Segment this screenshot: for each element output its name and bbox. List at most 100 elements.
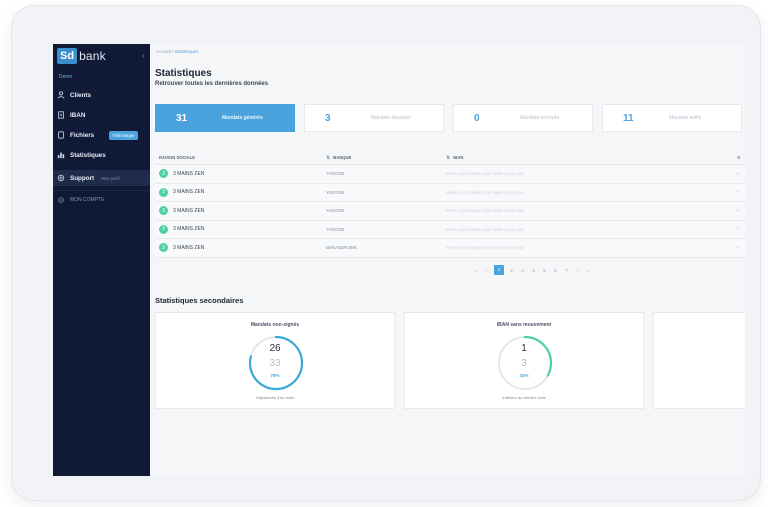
user-icon	[57, 91, 65, 99]
table-row[interactable]: 3 3 MAINS ZEN YAGOON FR76 1673 8000 0190 …	[155, 220, 745, 239]
table-row[interactable]: 3 3 MAINS ZEN YAGOON FR76 1673 8000 0190 …	[155, 183, 745, 202]
avatar: 3	[159, 224, 168, 234]
sidebar-item-label: MON COMPTE	[70, 197, 105, 203]
pager-last-button[interactable]: »	[585, 268, 592, 273]
sidebar-item-label: Support	[70, 174, 95, 182]
pager-page-button[interactable]: 5	[541, 268, 548, 273]
chevron-right-icon[interactable]: ›	[737, 171, 745, 177]
gauge-card-title: IBAN sans mouvement	[496, 322, 552, 328]
pager-page-button[interactable]: 2	[508, 268, 515, 273]
breadcrumb: Accueil / Statistiques	[156, 49, 198, 54]
iban-value: FR76 1673 8000 0190 0000 4213 000	[446, 226, 524, 232]
sort-icon[interactable]: ⇅	[737, 155, 745, 160]
iban-value: FR76 1673 8000 0190 0000 4213 000	[446, 171, 524, 177]
pager-prev-button[interactable]: ‹	[483, 268, 490, 273]
table-row[interactable]: 3 3 MAINS ZEN YAGOON FR76 1673 8000 0190 …	[155, 202, 745, 221]
logo[interactable]: Sd bank	[57, 48, 106, 64]
gauge-footer: Dépassées d'un mois	[255, 395, 295, 400]
chevron-right-icon[interactable]: ›	[737, 245, 745, 251]
column-header-banque[interactable]: ⇅ BANQUE	[326, 155, 446, 161]
app-screen: Sd bank ‹ Demo Clients IBAN Fichiers Tél…	[53, 44, 745, 476]
stat-card-actifs[interactable]: 11 Mandats actifs	[602, 104, 742, 132]
sidebar-item-clients[interactable]: Clients	[53, 87, 150, 103]
pager-first-button[interactable]: «	[472, 268, 479, 273]
stat-value: 0	[474, 112, 480, 124]
logo-mark: Sd	[57, 48, 78, 64]
sidebar-item-sublabel: Mon profil	[101, 175, 120, 181]
sidebar-item-iban[interactable]: IBAN	[53, 107, 150, 123]
column-header-iban[interactable]: ⇅ IBAN	[446, 155, 737, 161]
gear-icon	[58, 197, 64, 203]
bank-name: MANAGER BNK	[326, 245, 357, 251]
column-header-label: IBAN	[453, 154, 464, 160]
bank-name: YAGOON	[326, 189, 345, 195]
download-badge-button[interactable]: Télécharger	[109, 130, 138, 140]
chevron-right-icon[interactable]: ›	[737, 226, 745, 232]
iban-value: FR76 1673 8000 0190 0000 4213 000	[446, 189, 524, 195]
sort-icon: ⇅	[446, 154, 451, 161]
sidebar-item-support[interactable]: Support Mon profil	[53, 170, 150, 186]
stat-card-envoyes[interactable]: 0 Mandats envoyés	[453, 104, 593, 132]
gauge-footer: Inférieur au dernier mois	[502, 395, 546, 400]
gauge-value: 26	[269, 343, 281, 354]
sidebar-item-statistiques[interactable]: Statistiques	[53, 147, 150, 163]
file-icon	[58, 131, 64, 139]
bank-name: YAGOON	[326, 171, 345, 177]
table-row[interactable]: 3 3 MAINS ZEN MANAGER BNK FR76 1673 8000 …	[155, 239, 745, 258]
sidebar-item-fichiers[interactable]: Fichiers Télécharger	[53, 127, 150, 143]
sidebar-item-label: Statistiques	[70, 151, 106, 159]
company-name: 3 MAINS ZEN	[173, 189, 205, 196]
support-icon	[57, 174, 65, 182]
pager-page-button[interactable]: 1	[494, 265, 504, 275]
sidebar-item-mon-compte[interactable]: MON COMPTE	[53, 192, 150, 208]
table-header: RAISON SOCIALE ⇅ BANQUE ⇅ IBAN ⇅	[155, 151, 745, 165]
mandates-table: RAISON SOCIALE ⇅ BANQUE ⇅ IBAN ⇅ 3 3 MAIN…	[155, 151, 745, 258]
collapse-sidebar-icon[interactable]: ‹	[142, 53, 144, 60]
pager-page-button[interactable]: 4	[530, 268, 537, 273]
sort-icon: ⇅	[326, 154, 331, 161]
page-title: Statistiques	[155, 68, 212, 79]
avatar: 3	[159, 243, 168, 253]
table-row[interactable]: 3 3 MAINS ZEN YAGOON FR76 1673 8000 0190 …	[155, 165, 745, 184]
stat-label: Mandats déposés	[371, 115, 411, 121]
stat-label: Mandats actifs	[669, 115, 702, 121]
pager-page-button[interactable]: 3	[519, 268, 526, 273]
bar-chart-icon	[57, 152, 65, 159]
stat-card-deposes[interactable]: 3 Mandats déposés	[304, 104, 444, 132]
column-header-label: BANQUE	[333, 154, 352, 160]
breadcrumb-current: Statistiques	[174, 49, 199, 54]
pager-page-button[interactable]: 7	[563, 268, 570, 273]
stat-label: Mandats envoyés	[520, 115, 560, 121]
breadcrumb-separator: /	[172, 49, 174, 54]
stat-gauge-card: Mandats non-signés 26 33 79% Dépassées d…	[155, 312, 395, 409]
sidebar-item-label: IBAN	[70, 111, 86, 119]
stat-value: 31	[176, 112, 188, 124]
pager-page-button[interactable]: 6	[552, 268, 559, 273]
gauge-total: 33	[269, 358, 281, 369]
company-name: 3 MAINS ZEN	[173, 207, 205, 214]
pager-next-button[interactable]: ›	[574, 268, 581, 273]
bank-name: YAGOON	[326, 226, 345, 232]
sidebar-item-label: Fichiers	[70, 131, 95, 139]
bank-name: YAGOON	[326, 208, 345, 214]
company-name: 3 MAINS ZEN	[173, 170, 205, 177]
page-subtitle: Retrouver toutes les dernières données	[155, 81, 269, 87]
company-name: 3 MAINS ZEN	[173, 226, 205, 233]
chevron-right-icon[interactable]: ›	[737, 189, 745, 195]
stat-label: Mandats générés	[222, 115, 263, 121]
stat-card-generes[interactable]: 31 Mandats générés	[155, 104, 295, 132]
main-content: Accueil / Statistiques Statistiques Retr…	[150, 44, 745, 476]
gauge-total: 3	[521, 358, 527, 369]
breadcrumb-root-link[interactable]: Accueil	[156, 49, 171, 54]
secondary-stats-title: Statistiques secondaires	[155, 296, 244, 305]
column-header-raison-sociale[interactable]: RAISON SOCIALE	[155, 155, 326, 160]
iban-value: FR76 1673 8000 0190 0000 4213 000	[446, 208, 524, 214]
iban-value: FR76 1673 8000 0190 0000 4213 000	[446, 245, 524, 251]
avatar: 3	[159, 169, 168, 179]
device-frame: Sd bank ‹ Demo Clients IBAN Fichiers Tél…	[12, 6, 760, 500]
company-name: 3 MAINS ZEN	[173, 244, 205, 251]
logo-text: bank	[79, 49, 106, 63]
stat-gauge-card: IBAN sans mouvement 1 3 33% Inférieur au…	[404, 312, 644, 409]
gauge-card-title: Mandats non-signés	[250, 322, 300, 328]
chevron-right-icon[interactable]: ›	[737, 208, 745, 214]
